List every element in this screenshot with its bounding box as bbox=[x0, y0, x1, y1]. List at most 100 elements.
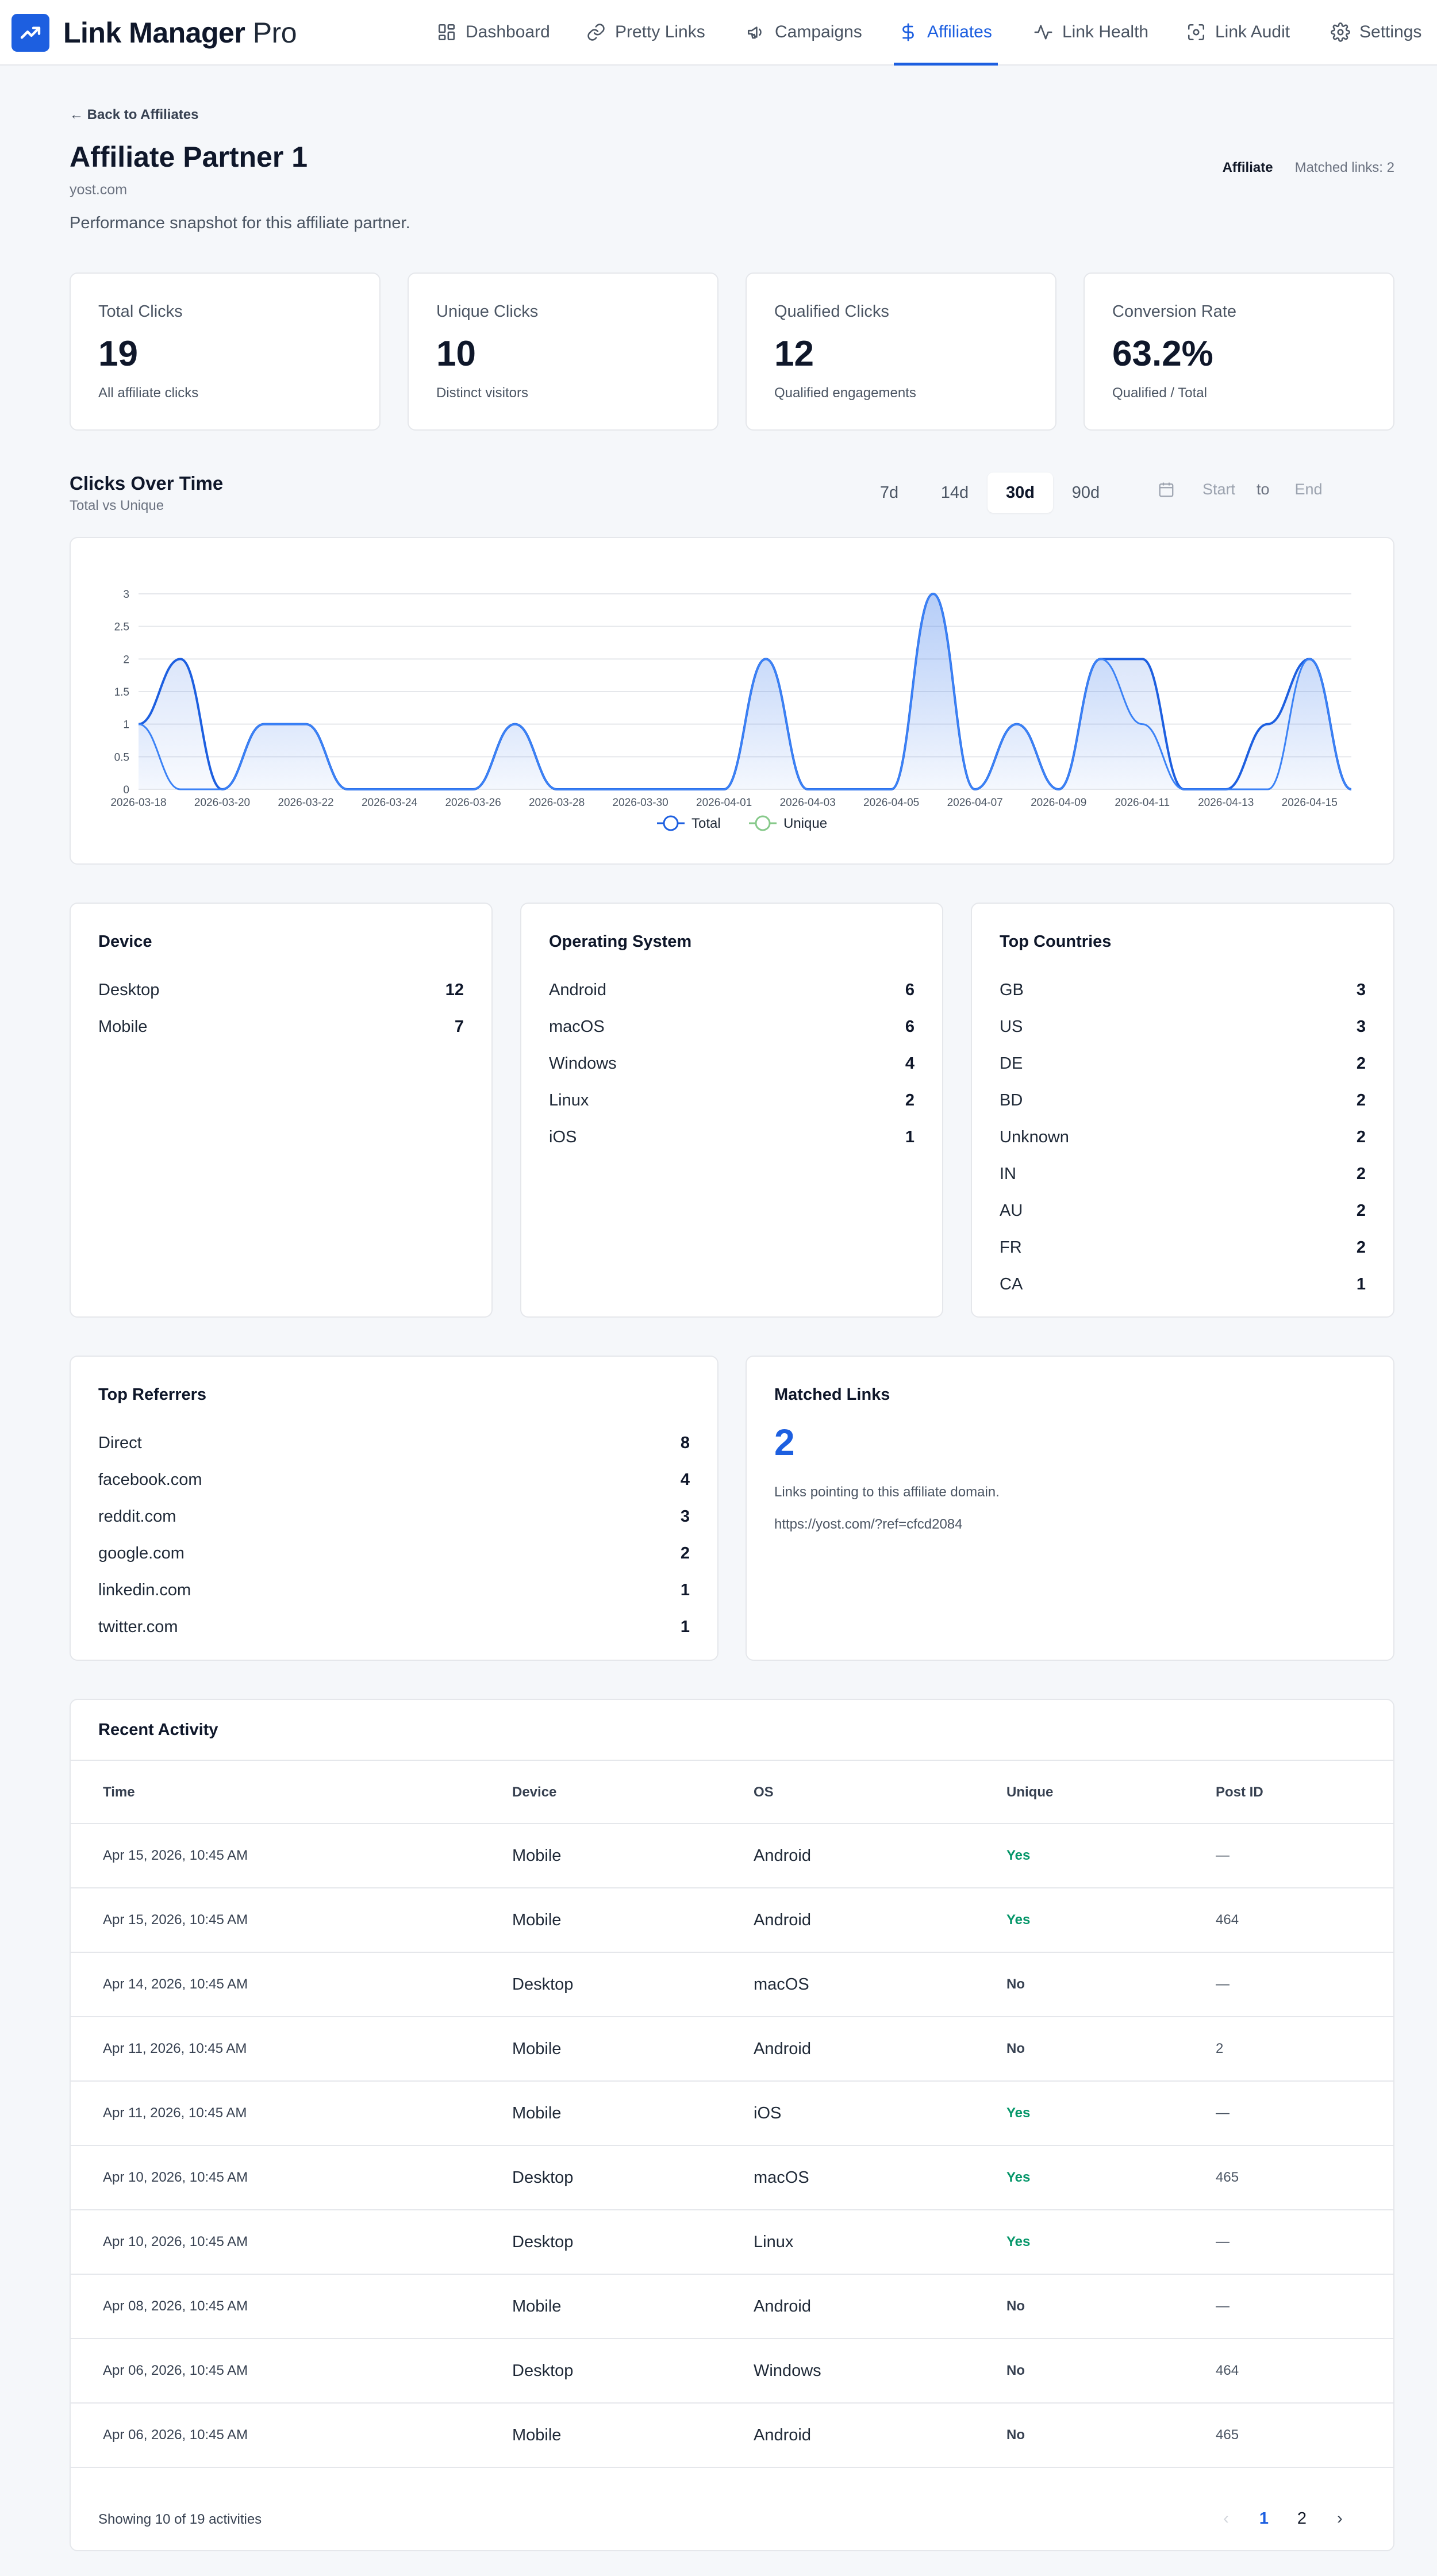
chevron-left-icon[interactable]: ‹ bbox=[1207, 2502, 1245, 2535]
cell-post-id: — bbox=[1216, 2234, 1229, 2249]
list-item: FR 2 bbox=[1000, 1229, 1366, 1266]
column-header-os[interactable]: OS bbox=[754, 1761, 774, 1824]
list-item: Android 6 bbox=[549, 972, 915, 1008]
gear-icon bbox=[1331, 22, 1350, 42]
pagination: ‹ 1 2 › bbox=[1207, 2502, 1359, 2535]
table-row[interactable]: Apr 11, 2026, 10:45 AM Mobile Android No 2 bbox=[71, 2017, 1393, 2082]
table-row[interactable]: Apr 15, 2026, 10:45 AM Mobile Android Yes — bbox=[71, 1824, 1393, 1888]
nav-link-audit-label: Link Audit bbox=[1215, 22, 1290, 41]
list-item: reddit.com 3 bbox=[98, 1498, 690, 1535]
list-item-label: facebook.com bbox=[98, 1470, 202, 1489]
table-row[interactable]: Apr 11, 2026, 10:45 AM Mobile iOS Yes — bbox=[71, 2082, 1393, 2146]
list-item-value: 3 bbox=[1356, 1017, 1366, 1036]
cell-post-id: 465 bbox=[1216, 2427, 1239, 2443]
table-row[interactable]: Apr 06, 2026, 10:45 AM Mobile Android No 465 bbox=[71, 2404, 1393, 2468]
list-item-label: US bbox=[1000, 1017, 1023, 1036]
range-30d-button[interactable]: 30d bbox=[988, 473, 1053, 513]
nav-pretty-links[interactable]: Pretty Links bbox=[586, 0, 705, 64]
stat-card-total-clicks: Total Clicks 19 All affiliate clicks bbox=[70, 272, 381, 431]
cell-os: Android bbox=[754, 2426, 811, 2444]
stat-label: Qualified Clicks bbox=[774, 302, 889, 321]
page-1-button[interactable]: 1 bbox=[1245, 2502, 1283, 2535]
stat-subtitle: Qualified / Total bbox=[1112, 385, 1207, 401]
list-item: Direct 8 bbox=[98, 1425, 690, 1461]
cell-unique: No bbox=[1006, 2041, 1025, 2056]
column-header-device[interactable]: Device bbox=[512, 1761, 556, 1824]
list-item-value: 2 bbox=[1356, 1238, 1366, 1257]
chevron-right-icon[interactable]: › bbox=[1321, 2502, 1359, 2535]
recent-activity-title: Recent Activity bbox=[98, 1721, 218, 1739]
cell-os: Android bbox=[754, 2297, 811, 2316]
cell-device: Desktop bbox=[512, 1975, 574, 1994]
cell-post-id: 464 bbox=[1216, 1912, 1239, 1928]
stat-card-qualified-clicks: Qualified Clicks 12 Qualified engagement… bbox=[746, 272, 1056, 431]
countries-list: GB 3 US 3 DE 2 BD 2 Unknown 2 IN 2 AU 2 FR 2 CA 1 bbox=[1000, 972, 1366, 1303]
nav-affiliates[interactable]: Affiliates bbox=[894, 0, 998, 66]
stat-card-conversion-rate: Conversion Rate 63.2% Qualified / Total bbox=[1083, 272, 1394, 431]
end-date-input[interactable]: End bbox=[1295, 481, 1323, 498]
affiliate-meta: Affiliate Matched links: 2 bbox=[1223, 160, 1394, 176]
x-tick-label: 2026-03-18 bbox=[110, 797, 166, 809]
range-7d-button[interactable]: 7d bbox=[856, 473, 922, 513]
calendar-icon[interactable] bbox=[1158, 481, 1175, 498]
table-row[interactable]: Apr 10, 2026, 10:45 AM Desktop Linux Yes — bbox=[71, 2210, 1393, 2275]
list-item: linkedin.com 1 bbox=[98, 1572, 690, 1608]
back-to-affiliates-link[interactable]: ← Back to Affiliates bbox=[70, 107, 199, 123]
affiliate-tag: Affiliate bbox=[1222, 160, 1273, 175]
page-description: Performance snapshot for this affiliate … bbox=[70, 214, 410, 232]
legend-marker-unique bbox=[755, 815, 771, 831]
nav-settings[interactable]: Settings bbox=[1331, 0, 1421, 64]
activity-icon bbox=[1034, 25, 1052, 40]
cell-time: Apr 11, 2026, 10:45 AM bbox=[103, 2105, 247, 2121]
cell-unique: Yes bbox=[1006, 1848, 1031, 1863]
column-header-unique[interactable]: Unique bbox=[1006, 1761, 1053, 1824]
table-row[interactable]: Apr 14, 2026, 10:45 AM Desktop macOS No — bbox=[71, 1953, 1393, 2017]
cell-device: Desktop bbox=[512, 2362, 574, 2380]
stat-value: 10 bbox=[436, 334, 476, 374]
y-tick-label: 2.5 bbox=[114, 621, 129, 634]
x-tick-label: 2026-03-22 bbox=[278, 797, 333, 809]
list-item-label: FR bbox=[1000, 1238, 1022, 1257]
x-tick-label: 2026-03-24 bbox=[362, 797, 418, 809]
nav-affiliates-label: Affiliates bbox=[927, 22, 992, 41]
clicks-chart-card: 0 0.5 1 1.5 2 2.5 3 2026-03-18 2026-03-20 2026-03… bbox=[70, 537, 1394, 865]
range-90d-button[interactable]: 90d bbox=[1053, 473, 1119, 513]
list-item: DE 2 bbox=[1000, 1045, 1366, 1082]
list-item-value: 6 bbox=[905, 1017, 915, 1036]
table-row[interactable]: Apr 06, 2026, 10:45 AM Desktop Windows No 46… bbox=[71, 2339, 1393, 2404]
column-header-time[interactable]: Time bbox=[103, 1761, 135, 1824]
matched-link-url[interactable]: https://yost.com/?ref=cfcd2084 bbox=[774, 1517, 963, 1533]
cell-post-id: — bbox=[1216, 2105, 1229, 2121]
page-2-button[interactable]: 2 bbox=[1283, 2502, 1321, 2535]
matched-links-count: Matched links: 2 bbox=[1294, 160, 1394, 175]
nav-dashboard[interactable]: Dashboard bbox=[437, 0, 550, 64]
cell-unique: No bbox=[1006, 2363, 1025, 2378]
date-range-separator: to bbox=[1257, 481, 1270, 498]
cell-time: Apr 11, 2026, 10:45 AM bbox=[103, 2041, 247, 2056]
scan-icon bbox=[1188, 24, 1205, 41]
column-header-post-id[interactable]: Post ID bbox=[1216, 1761, 1263, 1824]
list-item: Mobile 7 bbox=[98, 1008, 464, 1045]
table-row[interactable]: Apr 10, 2026, 10:45 AM Desktop macOS Yes 465 bbox=[71, 2146, 1393, 2210]
list-item-label: CA bbox=[1000, 1274, 1023, 1293]
clicks-over-time-chart: 0 0.5 1 1.5 2 2.5 3 2026-03-18 2026-03-20 2026-03… bbox=[110, 589, 1352, 831]
nav-campaigns[interactable]: Campaigns bbox=[746, 0, 862, 64]
nav-link-audit[interactable]: Link Audit bbox=[1186, 0, 1290, 64]
range-14d-button[interactable]: 14d bbox=[922, 473, 988, 513]
cell-time: Apr 08, 2026, 10:45 AM bbox=[103, 2298, 248, 2314]
list-item: Linux 2 bbox=[549, 1082, 915, 1119]
cell-post-id: — bbox=[1216, 1848, 1229, 1863]
nav-link-health[interactable]: Link Health bbox=[1033, 0, 1148, 64]
pagination-summary: Showing 10 of 19 activities bbox=[98, 2512, 262, 2527]
start-date-input[interactable]: Start bbox=[1202, 481, 1248, 498]
list-item-label: linkedin.com bbox=[98, 1580, 191, 1599]
table-row[interactable]: Apr 08, 2026, 10:45 AM Mobile Android No — bbox=[71, 2275, 1393, 2339]
list-item-label: BD bbox=[1000, 1091, 1023, 1110]
referrers-title: Top Referrers bbox=[98, 1385, 207, 1404]
list-item-value: 12 bbox=[445, 980, 464, 999]
list-item-label: AU bbox=[1000, 1201, 1023, 1220]
table-row[interactable]: Apr 15, 2026, 10:45 AM Mobile Android Yes 46… bbox=[71, 1888, 1393, 1953]
cell-device: Mobile bbox=[512, 2297, 562, 2316]
stat-label: Conversion Rate bbox=[1112, 302, 1236, 321]
cell-time: Apr 15, 2026, 10:45 AM bbox=[103, 1912, 248, 1928]
